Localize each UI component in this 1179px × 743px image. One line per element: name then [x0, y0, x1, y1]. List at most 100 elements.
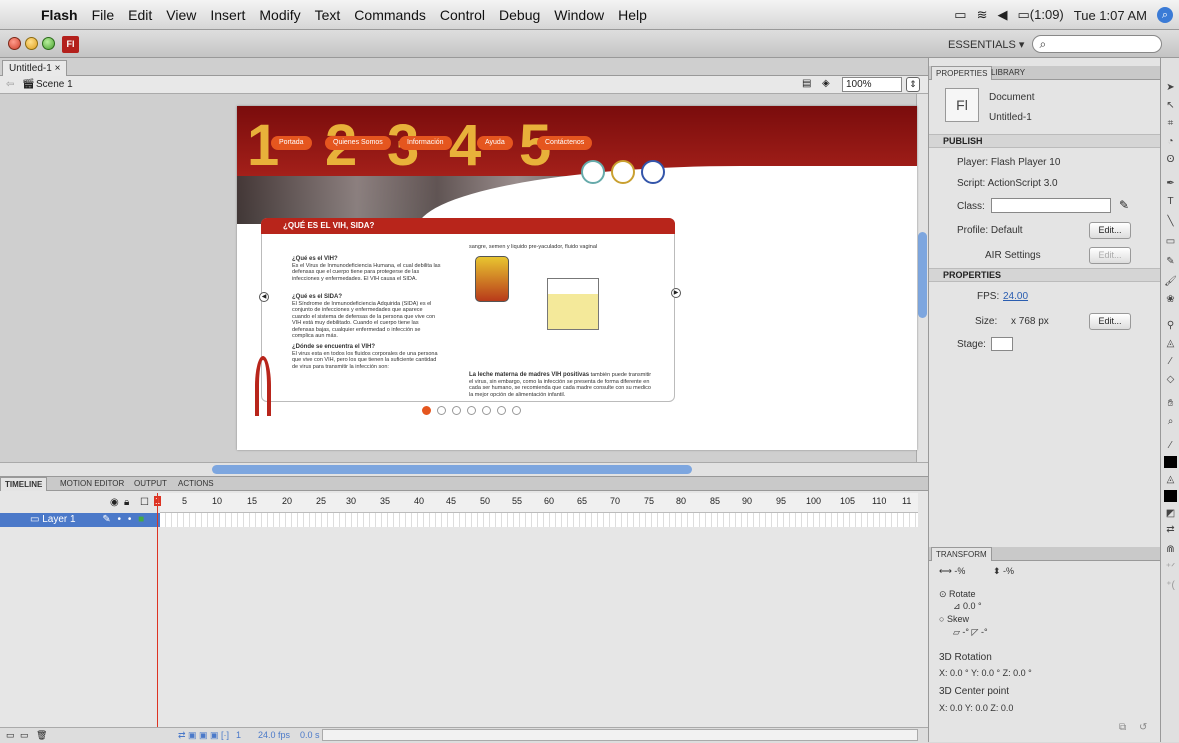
volume-icon[interactable]: ◀ [998, 7, 1008, 23]
clock[interactable]: Tue 1:07 AM [1074, 8, 1147, 23]
layer-name[interactable]: Layer 1 [42, 514, 75, 525]
rotation-3d-values[interactable]: X: 0.0 ° Y: 0.0 ° Z: 0.0 ° [939, 668, 1032, 678]
fps-value[interactable]: 24.00 [1003, 291, 1028, 302]
scene-label[interactable]: Scene 1 [36, 79, 73, 90]
paint-bucket-icon[interactable]: ◬ [1163, 338, 1178, 352]
size-edit-button[interactable]: Edit... [1089, 313, 1131, 330]
selection-tool-icon[interactable]: ➤ [1163, 82, 1178, 96]
tab-actions[interactable]: ACTIONS [174, 477, 218, 491]
menu-file[interactable]: File [85, 7, 122, 23]
skew-values[interactable]: ▱ -° ◸ -° [953, 627, 988, 638]
trash-icon[interactable]: 🗑︎ [36, 728, 47, 742]
free-transform-icon[interactable]: ⌗ [1163, 118, 1178, 132]
menu-insert[interactable]: Insert [203, 7, 252, 23]
eyedropper-icon[interactable]: ⁄ [1163, 356, 1178, 370]
pen-tool-icon[interactable]: ✒ [1163, 178, 1178, 192]
wifi-icon[interactable]: ≋ [977, 7, 988, 23]
rectangle-tool-icon[interactable]: ▭ [1163, 236, 1178, 250]
minimize-window-button[interactable] [25, 37, 38, 50]
menu-view[interactable]: View [159, 7, 203, 23]
help-search-input[interactable]: ⌕ [1032, 35, 1163, 53]
class-field[interactable] [991, 198, 1111, 213]
fill-color-icon[interactable]: ◬ [1163, 474, 1178, 488]
next-arrow-icon[interactable]: ▶ [671, 288, 681, 298]
stroke-color-icon[interactable]: ⁄ [1163, 440, 1178, 454]
profile-edit-button[interactable]: Edit... [1089, 222, 1131, 239]
publish-section[interactable]: PUBLISH [929, 134, 1161, 148]
tab-library[interactable]: LIBRARY [987, 66, 1029, 80]
vertical-scroll-thumb[interactable] [918, 232, 927, 318]
page-dot[interactable] [482, 406, 491, 415]
close-window-button[interactable] [8, 37, 21, 50]
center-point-values[interactable]: X: 0.0 Y: 0.0 Z: 0.0 [939, 703, 1013, 713]
no-color-icon[interactable]: ⇄ [1163, 524, 1178, 538]
text-tool-icon[interactable]: T [1163, 196, 1178, 210]
brush-tool-icon[interactable]: 🖌︎ [1163, 276, 1178, 290]
battery-status[interactable]: ▭(1:09) [1018, 7, 1064, 23]
horizontal-scroll-thumb[interactable] [212, 465, 692, 474]
page-dot[interactable] [497, 406, 506, 415]
horizontal-scrollbar[interactable] [0, 462, 928, 476]
pencil-icon[interactable]: ✎ [102, 514, 110, 525]
tab-untitled-1[interactable]: Untitled-1 × [2, 60, 68, 76]
stage[interactable]: 1 2 3 4 5 Portada Quienes Somos Informac… [237, 106, 917, 450]
line-tool-icon[interactable]: ╲ [1163, 216, 1178, 230]
reset-transform-icon[interactable]: ↺ [1139, 722, 1147, 733]
camera-icon[interactable]: ▭ [954, 7, 966, 23]
frame-ruler[interactable]: 1 5 10 15 20 25 30 35 40 45 50 55 60 65 … [154, 493, 918, 513]
snap-magnet-icon[interactable]: ⋒ [1163, 544, 1178, 558]
lock-icon[interactable]: 🔒︎ [124, 497, 129, 508]
timeline-hscroll[interactable] [322, 729, 918, 741]
menu-help[interactable]: Help [611, 7, 654, 23]
nav-quienes-somos[interactable]: Quienes Somos [325, 136, 391, 150]
outline-icon[interactable]: ☐ [140, 497, 149, 508]
lock-dot[interactable]: • [128, 514, 132, 525]
fill-color-swatch[interactable] [1164, 490, 1177, 502]
show-hide-icon[interactable]: ◉ [110, 497, 119, 508]
air-edit-button[interactable]: Edit... [1089, 247, 1131, 264]
page-dot[interactable] [437, 406, 446, 415]
tab-motion-editor[interactable]: MOTION EDITOR [56, 477, 128, 491]
onion-skin-icons[interactable]: ⇄ ▣ ▣ ▣ [·] [178, 728, 229, 742]
rotate-radio[interactable]: ⊙ Rotate [939, 589, 976, 600]
zoom-field[interactable]: 100% [842, 77, 902, 92]
page-dot[interactable] [422, 406, 431, 415]
eraser-tool-icon[interactable]: ◇ [1163, 374, 1178, 388]
pencil-icon[interactable]: ✎ [1119, 198, 1129, 212]
page-dot[interactable] [512, 406, 521, 415]
pencil-tool-icon[interactable]: ✎ [1163, 256, 1178, 270]
subselection-tool-icon[interactable]: ↖ [1163, 100, 1178, 114]
tab-output[interactable]: OUTPUT [130, 477, 171, 491]
menu-app[interactable]: Flash [34, 7, 85, 23]
playhead[interactable] [157, 493, 158, 741]
bone-tool-icon[interactable]: ⚲ [1163, 320, 1178, 334]
spotlight-icon[interactable]: ⌕ [1157, 7, 1173, 23]
menu-modify[interactable]: Modify [252, 7, 307, 23]
edit-symbols-icon[interactable]: ◈ [822, 78, 830, 89]
deco-tool-icon[interactable]: ❀ [1163, 294, 1178, 308]
swap-colors-icon[interactable]: ◩ [1163, 508, 1178, 522]
menu-debug[interactable]: Debug [492, 7, 547, 23]
hand-tool-icon[interactable]: ✋︎ [1163, 398, 1178, 412]
nav-informacion[interactable]: Información [399, 136, 452, 150]
skew-radio[interactable]: ○ Skew [939, 614, 969, 624]
duplicate-transform-icon[interactable]: ⧉ [1119, 722, 1126, 733]
tab-transform[interactable]: TRANSFORM [931, 547, 992, 561]
outline-box-icon[interactable]: ■ [138, 514, 144, 525]
zoom-dropdown-icon[interactable]: ⇕ [906, 77, 920, 92]
smooth-icon[interactable]: ⁺ᐟ [1163, 562, 1178, 576]
rotate-value[interactable]: ⊿ 0.0 ° [953, 601, 982, 612]
menu-text[interactable]: Text [308, 7, 348, 23]
layer-row[interactable]: ▭ Layer 1 ✎ • • ■ [0, 513, 160, 527]
close-icon[interactable]: × [55, 63, 61, 74]
back-arrow-icon[interactable]: ⇦ [6, 79, 14, 90]
edit-scene-icon[interactable]: ▤ [802, 78, 811, 89]
workspace-dropdown[interactable]: ESSENTIALS ▾ [948, 38, 1024, 51]
page-dot[interactable] [467, 406, 476, 415]
vertical-scrollbar[interactable] [916, 94, 928, 462]
menu-window[interactable]: Window [547, 7, 611, 23]
nav-ayuda[interactable]: Ayuda [477, 136, 513, 150]
tab-properties[interactable]: PROPERTIES [931, 66, 993, 80]
zoom-tool-icon[interactable]: ⌕ [1163, 416, 1178, 430]
visibility-dot[interactable]: • [118, 514, 122, 525]
